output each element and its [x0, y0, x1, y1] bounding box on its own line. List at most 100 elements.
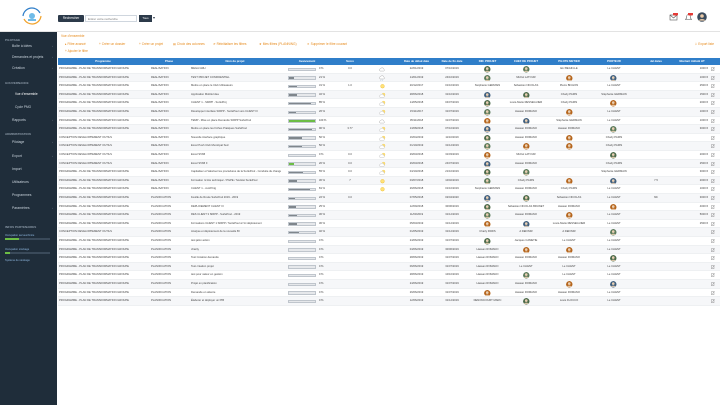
edit-icon[interactable] — [711, 273, 715, 278]
table-row[interactable]: PROGRAMME - PLAN DE TRANSFORMATION GROUP… — [58, 271, 720, 280]
column-header[interactable]: Phase — [150, 58, 188, 65]
table-row[interactable]: PROGRAMME - PLAN DE TRANSFORMATION GROUP… — [58, 211, 720, 220]
create-folder-button[interactable]: + Créer un dossier — [99, 42, 125, 46]
column-header[interactable]: DIR. PROJET — [471, 58, 504, 65]
table-row[interactable]: PROGRAMME - PLAN DE TRANSFORMATION GROUP… — [58, 73, 720, 83]
table-row[interactable]: CONCEPTION DEVELOPPEMENT OUTILS REALISATI… — [58, 159, 720, 169]
scope-select[interactable]: Tous — [139, 15, 152, 22]
table-row[interactable]: CONCEPTION DEVELOPPEMENT OUTILS REALISATI… — [58, 142, 720, 151]
table-row[interactable]: PROGRAMME - PLAN DE TRANSFORMATION GROUP… — [58, 194, 720, 203]
mail-icon[interactable] — [669, 13, 678, 22]
column-header[interactable]: Date de début date — [400, 58, 433, 65]
sidebar-item-settings[interactable]: Paramètres › — [5, 204, 57, 213]
edit-icon[interactable] — [711, 290, 715, 295]
column-header[interactable]: Score — [334, 58, 366, 65]
table-row[interactable]: PROGRAMME - PLAN DE TRANSFORMATION GROUP… — [58, 90, 720, 100]
column-header[interactable]: Nom du projet — [190, 58, 280, 65]
chevron-down-icon[interactable]: ▾ — [153, 15, 155, 20]
table-row[interactable]: PROGRAMME - PLAN DE TRANSFORMATION GROUP… — [58, 280, 720, 289]
column-header[interactable]: CHEF DE PROJET — [506, 58, 546, 65]
edit-icon[interactable] — [711, 92, 715, 97]
table-row[interactable]: PROGRAMME - PLAN DE TRANSFORMATION GROUP… — [58, 185, 720, 194]
edit-icon[interactable] — [711, 221, 715, 226]
sidebar-item-requests[interactable]: Demandes et projets › — [5, 53, 57, 62]
table-row[interactable]: PROGRAMME - PLAN DE TRANSFORMATION GROUP… — [58, 82, 720, 91]
choose-columns-button[interactable]: ▤ Choix des colonnes — [173, 42, 205, 46]
table-row[interactable]: PROGRAMME - PLAN DE TRANSFORMATION GROUP… — [58, 168, 720, 177]
edit-icon[interactable] — [711, 230, 715, 235]
table-row[interactable]: PROGRAMME - PLAN DE TRANSFORMATION GROUP… — [58, 289, 720, 298]
table-row[interactable]: PROGRAMME - PLAN DE TRANSFORMATION GROUP… — [58, 262, 720, 272]
table-row[interactable]: PROGRAMME - PLAN DE TRANSFORMATION GROUP… — [58, 117, 720, 126]
edit-icon[interactable] — [711, 170, 715, 175]
user-avatar-icon[interactable] — [697, 12, 707, 22]
edit-icon[interactable] — [711, 178, 715, 183]
edit-icon[interactable] — [711, 110, 715, 114]
breadcrumb[interactable]: Vue d'ensemble — [61, 34, 84, 38]
edit-icon[interactable] — [711, 187, 715, 192]
column-header[interactable] — [708, 58, 720, 65]
table-row[interactable]: PROGRAMME - PLAN DE TRANSFORMATION GROUP… — [58, 220, 720, 229]
column-header[interactable]: PORTEUR — [592, 58, 636, 65]
table-row[interactable]: PROGRAMME - PLAN DE TRANSFORMATION GROUP… — [58, 108, 720, 117]
edit-icon[interactable] — [711, 67, 715, 71]
column-header[interactable]: Programme — [58, 58, 148, 65]
sidebar-item-creation[interactable]: Création › — [5, 64, 57, 73]
table-row[interactable]: CONCEPTION DEVELOPPEMENT OUTILS PLANIFICA… — [58, 228, 720, 237]
edit-icon[interactable] — [711, 264, 715, 269]
edit-icon[interactable] — [711, 101, 715, 106]
table-row[interactable]: PROGRAMME - PLAN DE TRANSFORMATION GROUP… — [58, 176, 720, 186]
edit-icon[interactable] — [711, 161, 715, 166]
sidebar-item-pilotage[interactable]: Pilotage › — [5, 138, 57, 147]
sidebar-item-programs[interactable]: Programmes — [5, 191, 57, 200]
sidebar-item-import[interactable]: Import — [5, 165, 57, 174]
column-header[interactable]: Jal dates — [638, 58, 674, 65]
edit-icon[interactable] — [711, 196, 715, 200]
edit-icon[interactable] — [711, 153, 715, 157]
sidebar-item-pmo-cycle[interactable]: Cycle PMO — [5, 103, 57, 112]
column-header[interactable]: Montant intitulé HT — [676, 58, 708, 65]
sidebar-item-users[interactable]: Utilisateurs — [5, 178, 57, 187]
create-project-button[interactable]: + Créer un projet — [139, 42, 163, 46]
table-row[interactable]: PROGRAMME - PLAN DE TRANSFORMATION GROUP… — [58, 125, 720, 134]
reset-filters-button[interactable]: ↺ Réinitialiser les filtres — [213, 42, 247, 46]
sidebar-item-export[interactable]: Export › — [5, 152, 57, 161]
delete-filter-button[interactable]: ✕ Supprimer le filtre courant — [307, 42, 347, 46]
edit-icon[interactable] — [711, 84, 715, 89]
table-row[interactable]: PROGRAMME - PLAN DE TRANSFORMATION GROUP… — [58, 297, 720, 306]
edit-icon[interactable] — [711, 127, 715, 132]
column-header[interactable]: Avancement — [282, 58, 332, 65]
column-header[interactable] — [368, 58, 398, 65]
edit-icon[interactable] — [711, 299, 715, 304]
advanced-filter-button[interactable]: ▸ Filtre avancé — [65, 42, 86, 46]
table-row[interactable]: CONCEPTION DEVELOPPEMENT OUTILS REALISATI… — [58, 134, 720, 143]
sidebar-item-reports[interactable]: Rapports › — [5, 116, 57, 125]
edit-icon[interactable] — [711, 135, 715, 140]
brand-logo-icon[interactable] — [19, 7, 46, 25]
bell-icon[interactable] — [684, 13, 693, 22]
column-header[interactable]: PILOTE METIER — [548, 58, 590, 65]
table-row[interactable]: PROGRAMME - PLAN DE TRANSFORMATION GROUP… — [58, 237, 720, 246]
table-row[interactable]: CONCEPTION DEVELOPPEMENT OUTILS REALISATI… — [58, 151, 720, 160]
edit-icon[interactable] — [711, 75, 715, 80]
sidebar-item-overview[interactable]: Vue d'ensemble — [5, 90, 57, 99]
edit-icon[interactable] — [711, 144, 715, 149]
table-row[interactable]: PROGRAMME - PLAN DE TRANSFORMATION GROUP… — [58, 254, 720, 263]
edit-icon[interactable] — [711, 204, 715, 209]
table-row[interactable]: PROGRAMME - PLAN DE TRANSFORMATION GROUP… — [58, 99, 720, 108]
table-row[interactable]: PROGRAMME - PLAN DE TRANSFORMATION GROUP… — [58, 203, 720, 212]
edit-icon[interactable] — [711, 239, 715, 243]
add-filter-button[interactable]: + Ajouter le filtre — [65, 49, 88, 53]
export-list-button[interactable]: ⇩ Export liste — [695, 42, 714, 46]
search-input[interactable] — [85, 15, 137, 22]
sidebar-item-ideas[interactable]: Boîte à idées › — [5, 42, 57, 51]
edit-icon[interactable] — [711, 213, 715, 218]
edit-icon[interactable] — [711, 118, 715, 123]
edit-icon[interactable] — [711, 282, 715, 286]
column-header[interactable]: Date de fin date — [435, 58, 469, 65]
table-row[interactable]: PROGRAMME - PLAN DE TRANSFORMATION GROUP… — [58, 245, 720, 255]
edit-icon[interactable] — [711, 247, 715, 252]
table-row[interactable]: PROGRAMME - PLAN DE TRANSFORMATION GROUP… — [58, 65, 720, 74]
edit-icon[interactable] — [711, 256, 715, 261]
search-button[interactable]: Rechercher — [58, 15, 84, 22]
